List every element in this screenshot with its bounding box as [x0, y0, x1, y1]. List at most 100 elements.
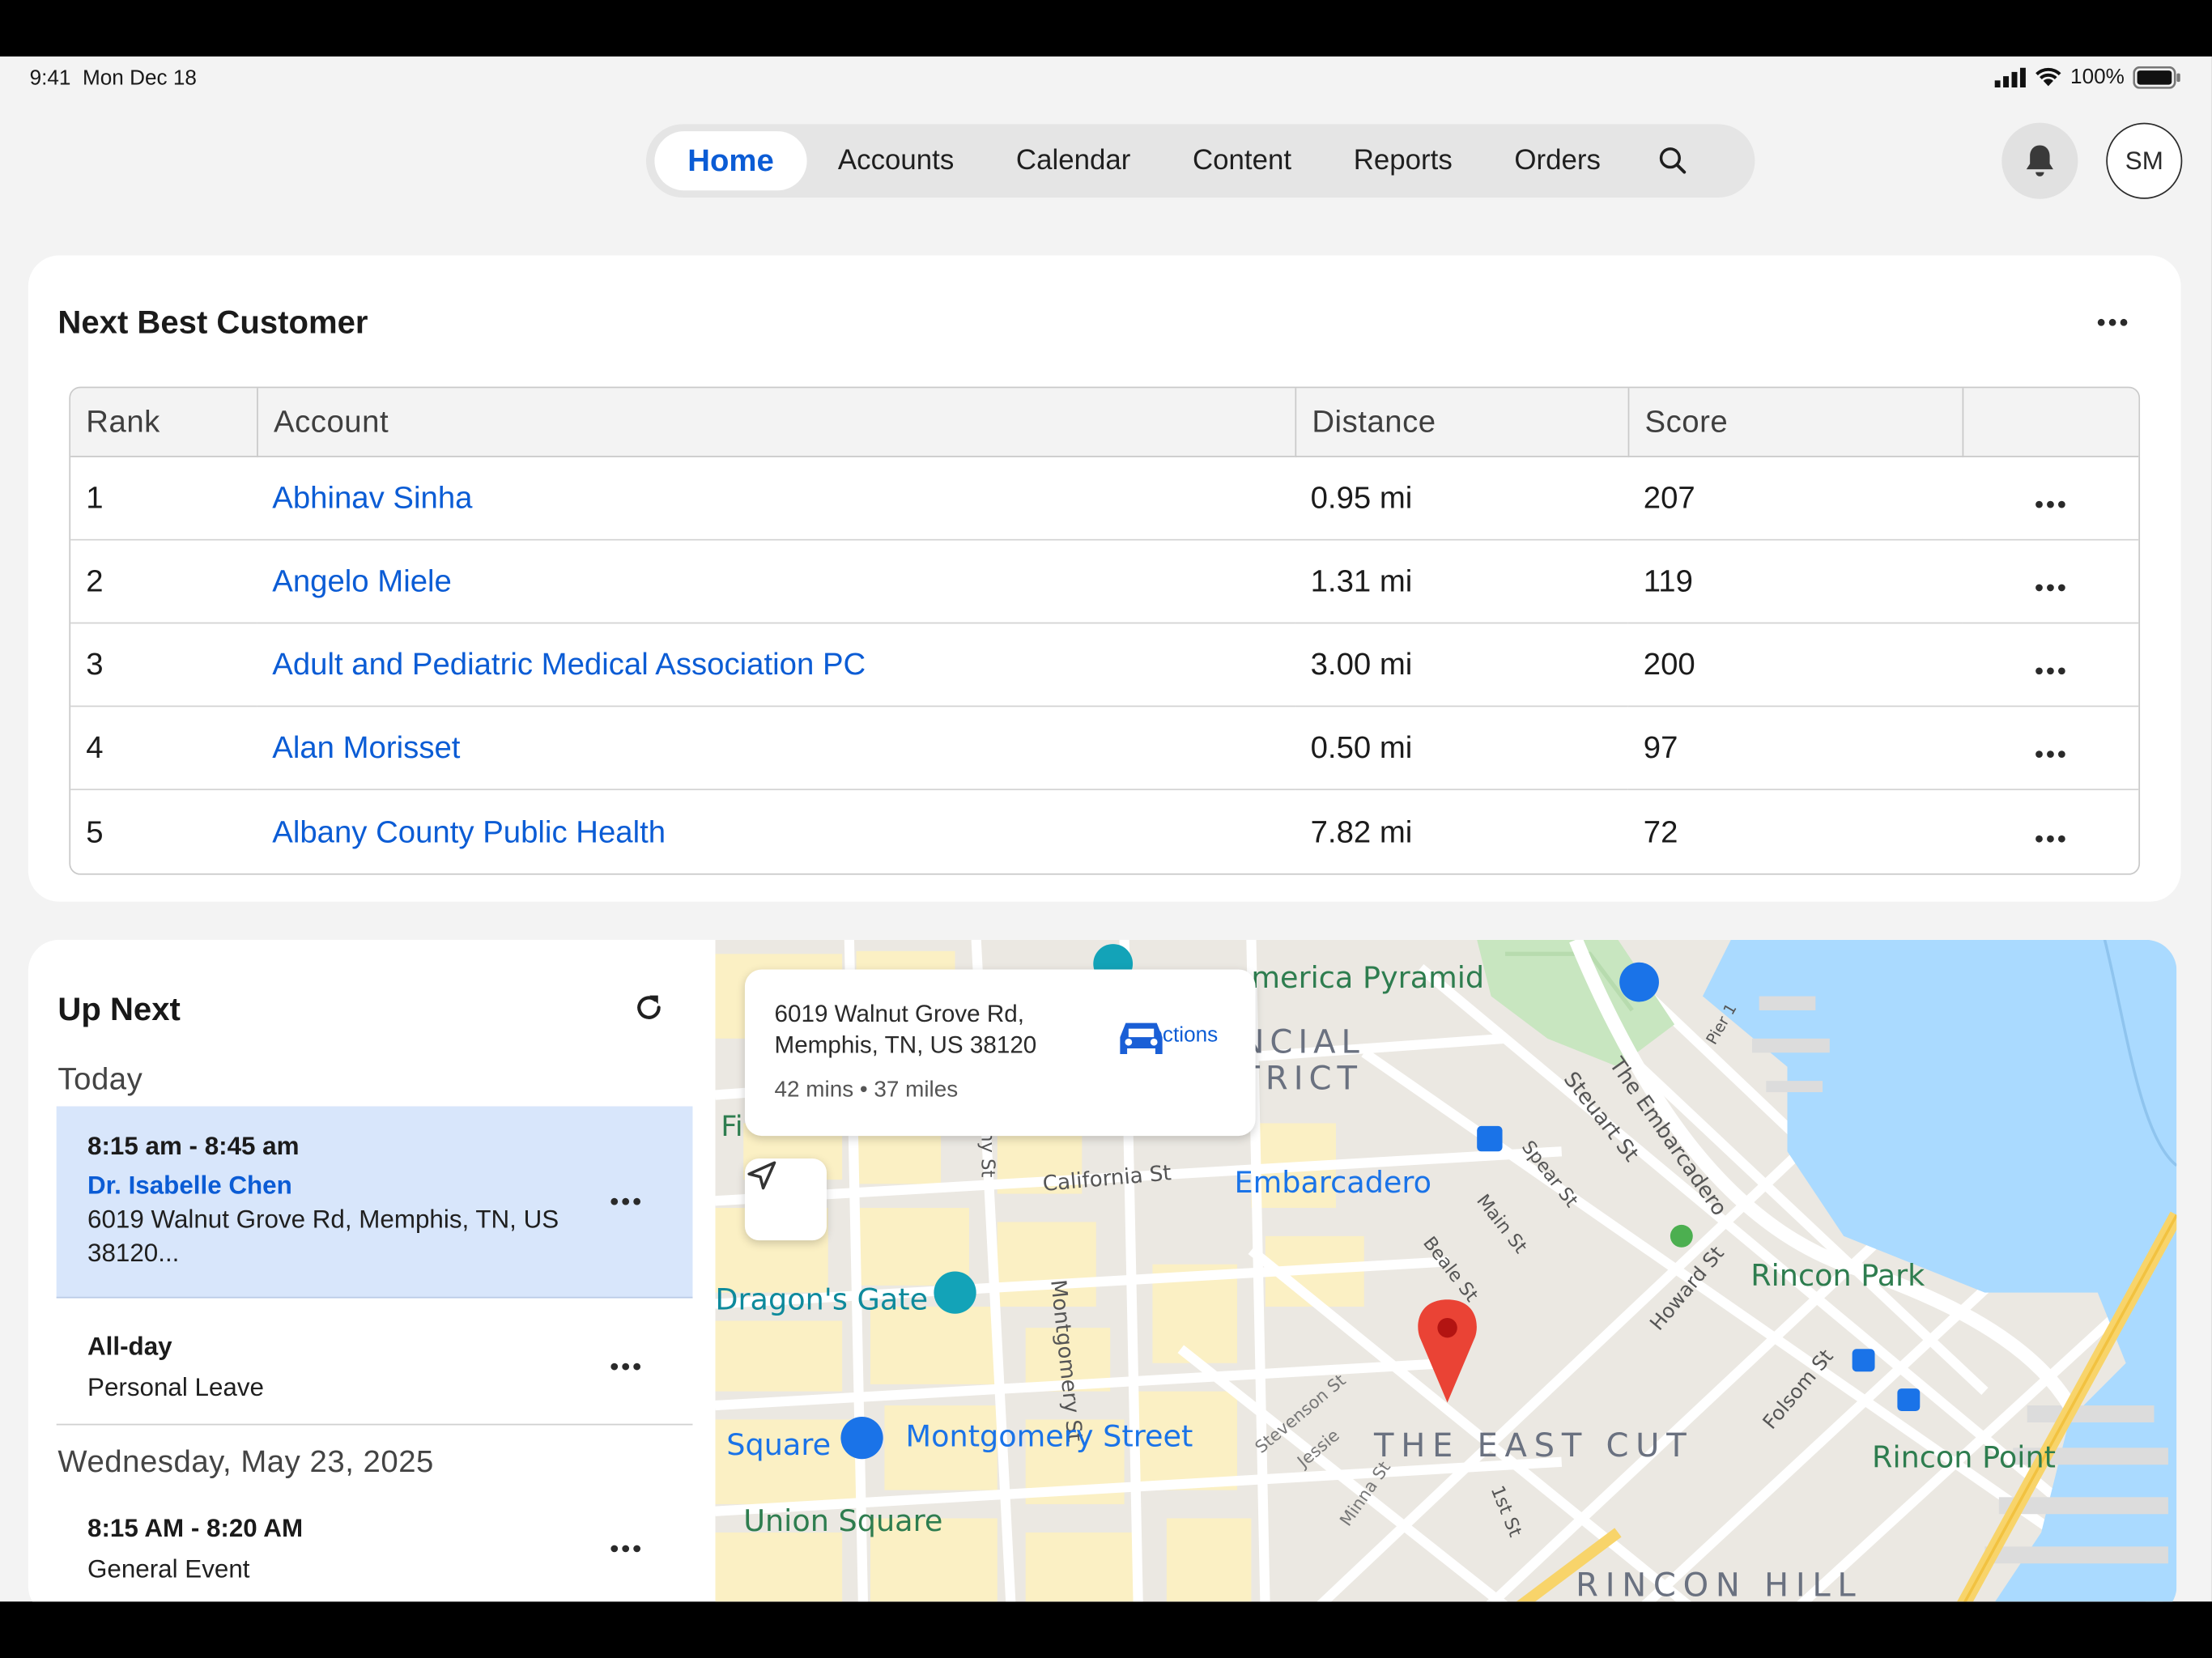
account-link[interactable]: Albany County Public Health [257, 790, 1295, 874]
cell-score: 72 [1643, 813, 1678, 849]
up-next-card: Up Next Today 8:15 am - 8:45 am Dr. Isab… [28, 939, 2177, 1602]
map-view[interactable]: merica Pyramid NCIAL TRICT Fi California… [715, 939, 2177, 1602]
cell-score: 97 [1627, 707, 1963, 791]
directions-card: 6019 Walnut Grove Rd, Memphis, TN, US 38… [744, 969, 1256, 1137]
column-header-actions [1962, 388, 2139, 457]
day-label-today: Today [57, 1061, 143, 1097]
map-label: Union Square [743, 1504, 943, 1538]
map-label: Montgomery Street [905, 1419, 1193, 1454]
row-more-button[interactable] [1962, 457, 2139, 541]
event-item[interactable]: All-day Personal Leave [56, 1299, 693, 1426]
more-icon [2035, 584, 2065, 592]
column-header-account[interactable]: Account [257, 388, 1295, 457]
map-label: merica Pyramid [1251, 960, 1485, 995]
main-nav: Home Accounts Calendar Content Reports O… [645, 124, 1755, 198]
park-poi-icon [1670, 1224, 1693, 1248]
card-more-button[interactable] [2097, 318, 2128, 326]
map-label: NCIAL [1240, 1024, 1365, 1061]
map-label: THE EAST CUT [1374, 1427, 1694, 1465]
cell-distance: 1.31 mi [1295, 541, 1628, 624]
table-row: 2 Angelo Miele 1.31 mi 119 [70, 541, 2139, 624]
card-title: Next Best Customer [57, 303, 368, 341]
event-item[interactable]: 8:15 AM - 8:20 AM General Event [57, 1494, 693, 1601]
map-label: Rincon Park [1750, 1258, 1925, 1293]
location-arrow-icon [747, 1161, 776, 1190]
cell-rank: 1 [70, 457, 257, 541]
wifi-icon [2035, 67, 2061, 87]
event-time: All-day [87, 1332, 172, 1361]
map-label: Square [726, 1427, 832, 1462]
column-header-distance[interactable]: Distance [1295, 388, 1628, 457]
tab-orders[interactable]: Orders [1483, 131, 1631, 190]
account-link[interactable]: Angelo Miele [257, 541, 1295, 624]
cellular-signal-icon [1993, 66, 2026, 87]
destination-address-line2: Memphis, TN, US 38120 [774, 1031, 1037, 1059]
cell-rank: 2 [70, 541, 257, 624]
tab-content[interactable]: Content [1162, 131, 1323, 190]
event-subtitle: Personal Leave [87, 1372, 264, 1401]
more-icon [2035, 834, 2065, 842]
my-location-button[interactable] [744, 1158, 827, 1241]
transit-icon [1477, 1125, 1503, 1152]
cell-distance: 3.00 mi [1295, 623, 1628, 708]
destination-address-line1: 6019 Walnut Grove Rd, [774, 1000, 1024, 1027]
day-label-date: Wednesday, May 23, 2025 [57, 1443, 434, 1479]
row-more-button[interactable] [1962, 707, 2139, 791]
tab-calendar[interactable]: Calendar [985, 131, 1162, 190]
shopping-icon [1619, 962, 1659, 1002]
bell-icon [2026, 145, 2053, 176]
poi-icon [840, 1416, 883, 1460]
event-more-button[interactable] [610, 1197, 641, 1205]
search-button[interactable] [1640, 131, 1705, 190]
event-more-button[interactable] [610, 1363, 641, 1371]
transit-icon [1897, 1388, 1921, 1411]
cell-distance: 0.50 mi [1295, 707, 1628, 791]
event-time: 8:15 am - 8:45 am [87, 1131, 300, 1160]
cell-score: 207 [1627, 457, 1963, 541]
map-label: Fi [721, 1108, 743, 1143]
avatar[interactable]: SM [2106, 122, 2183, 199]
cell-score: 200 [1627, 623, 1963, 708]
cell-score: 119 [1627, 541, 1963, 624]
table-row: 5 Albany County Public Health 7.82 mi 72 [70, 790, 2138, 874]
table-header-row: Rank Account Distance Score [70, 388, 2139, 457]
poi-icon [934, 1271, 976, 1314]
cell-rank: 4 [70, 707, 257, 791]
map-label: Rincon Point [1872, 1440, 2056, 1475]
cell-rank: 5 [86, 813, 104, 849]
search-icon [1659, 147, 1686, 174]
account-link[interactable]: Adult and Pediatric Medical Association … [257, 623, 1295, 708]
row-more-button[interactable] [1962, 541, 2139, 624]
tab-home[interactable]: Home [654, 131, 807, 191]
refresh-icon[interactable] [632, 991, 666, 1025]
event-contact-link[interactable]: Dr. Isabelle Chen [87, 1171, 292, 1201]
directions-button[interactable]: Directions [1114, 1018, 1227, 1055]
nbc-table: Rank Account Distance Score 1 Abhinav Si… [69, 386, 2141, 875]
status-indicators: 100% [1993, 65, 2181, 89]
account-link[interactable]: Abhinav Sinha [257, 457, 1295, 541]
event-subtitle: General Event [87, 1554, 250, 1584]
table-row: 4 Alan Morisset 0.50 mi 97 [70, 707, 2139, 791]
more-icon [2035, 667, 2065, 675]
map-label: RINCON HILL [1576, 1567, 1863, 1602]
event-address: 6019 Walnut Grove Rd, Memphis, TN, US 38… [87, 1205, 559, 1268]
map-label: TRICT [1240, 1061, 1363, 1099]
event-more-button[interactable] [610, 1545, 641, 1553]
tab-accounts[interactable]: Accounts [807, 131, 985, 190]
cell-distance: 0.95 mi [1295, 457, 1628, 541]
event-time: 8:15 AM - 8:20 AM [87, 1514, 304, 1543]
row-more-button[interactable] [1962, 623, 2139, 708]
car-icon [1120, 1022, 1163, 1055]
column-header-rank[interactable]: Rank [70, 388, 257, 457]
tab-reports[interactable]: Reports [1322, 131, 1483, 190]
notifications-button[interactable] [2001, 122, 2078, 199]
event-item-selected[interactable]: 8:15 am - 8:45 am Dr. Isabelle Chen 6019… [56, 1106, 693, 1299]
travel-time-distance: 42 mins • 37 miles [774, 1078, 959, 1103]
status-bar: 9:41 Mon Dec 18 100% [0, 57, 2212, 102]
battery-percent: 100% [2070, 65, 2125, 89]
row-more-button[interactable] [1963, 790, 2139, 874]
column-header-score[interactable]: Score [1627, 388, 1963, 457]
map-label: Dragon's Gate [715, 1282, 929, 1317]
account-link[interactable]: Alan Morisset [257, 707, 1295, 791]
up-next-title: Up Next [57, 990, 181, 1027]
